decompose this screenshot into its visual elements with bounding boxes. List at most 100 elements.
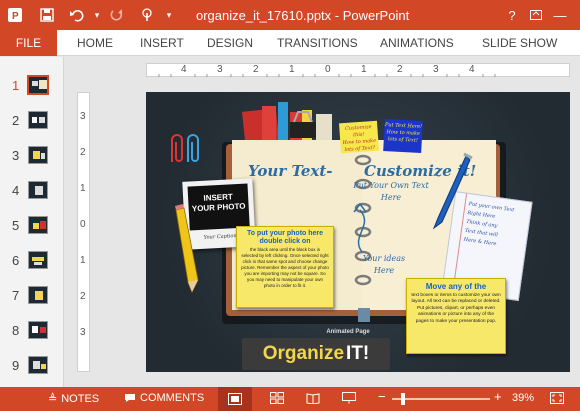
zoom-slider-track[interactable] <box>392 398 490 400</box>
instruction-note-photo[interactable]: To put your photo here double click on t… <box>236 226 334 308</box>
tab-insert[interactable]: INSERT <box>140 36 184 50</box>
slide-thumbnail-4[interactable]: 4 <box>0 177 64 207</box>
logo-word-it: IT! <box>346 343 370 364</box>
tab-transitions[interactable]: TRANSITIONS <box>277 36 358 50</box>
note1-body: the black area until the black box is se… <box>241 247 329 288</box>
ruler-label: 3 <box>217 64 223 75</box>
slide-canvas[interactable]: Your Text- Customize it! Put Your Own Te… <box>146 92 570 372</box>
zoom-out-button[interactable]: − <box>378 389 386 404</box>
window-title: organize_it_17610.pptx - PowerPoint <box>196 8 410 23</box>
zoom-level[interactable]: 39% <box>512 392 534 404</box>
slide-preview[interactable] <box>28 286 48 304</box>
ruler-label: 3 <box>433 64 439 75</box>
sticky-note-blue[interactable]: Put Text Here! How to make lots of Text! <box>383 119 423 153</box>
ruler-label: 3 <box>80 111 86 122</box>
slide-thumbnail-3[interactable]: 3 <box>0 142 64 172</box>
slide-thumbnail-7[interactable]: 7 <box>0 282 64 312</box>
slide-show-button[interactable] <box>342 392 356 404</box>
slide-preview[interactable] <box>28 356 48 374</box>
binder-clip-icon <box>290 111 316 138</box>
note1-title-1: To put your photo here <box>246 230 324 237</box>
horizontal-ruler: 4 3 2 1 0 1 2 3 4 <box>146 63 570 77</box>
normal-view-icon <box>228 393 242 405</box>
sticky-note-yellow[interactable]: Customize this! How to make lots of Text… <box>338 120 380 154</box>
animated-page-label[interactable]: Animated Page <box>306 329 390 335</box>
note2-body: text boxes or items to customize your ow… <box>411 293 501 324</box>
customize-toolbar-icon[interactable]: ▾ <box>158 5 180 25</box>
your-ideas-line-2[interactable]: Here <box>356 266 412 275</box>
fit-to-window-button[interactable] <box>550 392 564 404</box>
slide-sorter-icon <box>270 392 284 404</box>
slide-number: 2 <box>12 113 20 128</box>
ruler-label: 2 <box>397 64 403 75</box>
undo-dropdown-icon[interactable]: ▾ <box>86 5 108 25</box>
status-bar: ≜ NOTES COMMENTS − + 39% <box>0 387 580 411</box>
zoom-slider-thumb[interactable] <box>401 393 405 405</box>
slide-number: 6 <box>12 253 20 268</box>
slide-preview[interactable] <box>28 146 48 164</box>
paperclip-icon <box>171 134 199 162</box>
notes-button[interactable]: ≜ NOTES <box>48 392 100 406</box>
slide-thumbnail-9[interactable]: 9 <box>0 352 64 382</box>
slide-thumbnail-6[interactable]: 6 <box>0 247 64 277</box>
fit-to-window-icon <box>550 392 564 404</box>
save-icon[interactable] <box>36 5 58 25</box>
minimize-button[interactable]: — <box>548 4 572 26</box>
slide-number: 5 <box>12 218 20 233</box>
slide-thumbnail-1[interactable]: 1 <box>0 72 64 102</box>
hand-drawn-arrow-icon <box>353 202 367 253</box>
slide-preview[interactable] <box>28 181 48 199</box>
ribbon-tabs: FILE HOME INSERT DESIGN TRANSITIONS ANIM… <box>0 30 580 56</box>
powerpoint-logo-icon[interactable]: P <box>4 5 26 25</box>
slide-thumbnail-5[interactable]: 5 <box>0 212 64 242</box>
tab-design[interactable]: DESIGN <box>207 36 253 50</box>
slide-preview[interactable] <box>28 251 48 269</box>
normal-view-button[interactable] <box>218 387 252 411</box>
svg-text:P: P <box>12 11 19 22</box>
ruler-label: 1 <box>80 255 86 266</box>
help-button[interactable]: ? <box>500 4 524 26</box>
slide-preview[interactable] <box>27 75 49 95</box>
ruler-label: 1 <box>80 183 86 194</box>
ruler-label: 0 <box>80 219 86 230</box>
ruler-label: 1 <box>289 64 295 75</box>
bookmark-ribbon <box>358 308 370 322</box>
ruler-label: 3 <box>80 327 86 338</box>
slide-number: 7 <box>12 288 20 303</box>
instruction-note-move[interactable]: Move any of the text boxes or items to c… <box>406 278 506 354</box>
tab-animations[interactable]: ANIMATIONS <box>380 36 454 50</box>
slide-number: 3 <box>12 148 20 163</box>
notes-icon: ≜ <box>48 393 58 405</box>
put-text-line-1[interactable]: Put Your Own Text <box>344 181 438 190</box>
slide-preview[interactable] <box>28 321 48 339</box>
slide-preview[interactable] <box>28 216 48 234</box>
tab-home[interactable]: HOME <box>77 36 113 50</box>
redo-icon[interactable] <box>106 5 128 25</box>
slide-sorter-button[interactable] <box>270 392 284 404</box>
note1-title-2: double click on <box>259 238 311 245</box>
ruler-ticks <box>158 74 496 77</box>
your-text-heading[interactable]: Your Text- <box>248 162 333 180</box>
slide-preview[interactable] <box>28 111 48 129</box>
undo-icon[interactable] <box>66 5 88 25</box>
tab-slide-show[interactable]: SLIDE SHOW <box>482 36 557 50</box>
slide-number: 1 <box>12 78 20 93</box>
slide-number: 9 <box>12 358 20 373</box>
touch-mode-icon[interactable] <box>136 5 158 25</box>
vertical-ruler: 3 2 1 0 1 2 3 <box>77 92 90 372</box>
your-ideas-line-1[interactable]: Your ideas <box>356 254 412 263</box>
ruler-label: 4 <box>469 64 475 75</box>
reading-view-button[interactable] <box>306 392 320 404</box>
ruler-label: 2 <box>253 64 259 75</box>
reading-view-icon <box>306 393 320 404</box>
file-tab[interactable]: FILE <box>0 30 57 56</box>
slide-thumbnail-2[interactable]: 2 <box>0 107 64 137</box>
ruler-label: 0 <box>325 64 331 75</box>
zoom-in-button[interactable]: + <box>494 389 502 404</box>
organize-it-logo[interactable]: Organize IT! <box>242 338 390 370</box>
comments-button[interactable]: COMMENTS <box>124 392 204 404</box>
notes-label: NOTES <box>61 392 100 405</box>
slide-thumbnail-8[interactable]: 8 <box>0 317 64 347</box>
ribbon-display-button[interactable] <box>524 4 548 26</box>
sticky-blue-line-3: lots of Text! <box>387 136 418 144</box>
